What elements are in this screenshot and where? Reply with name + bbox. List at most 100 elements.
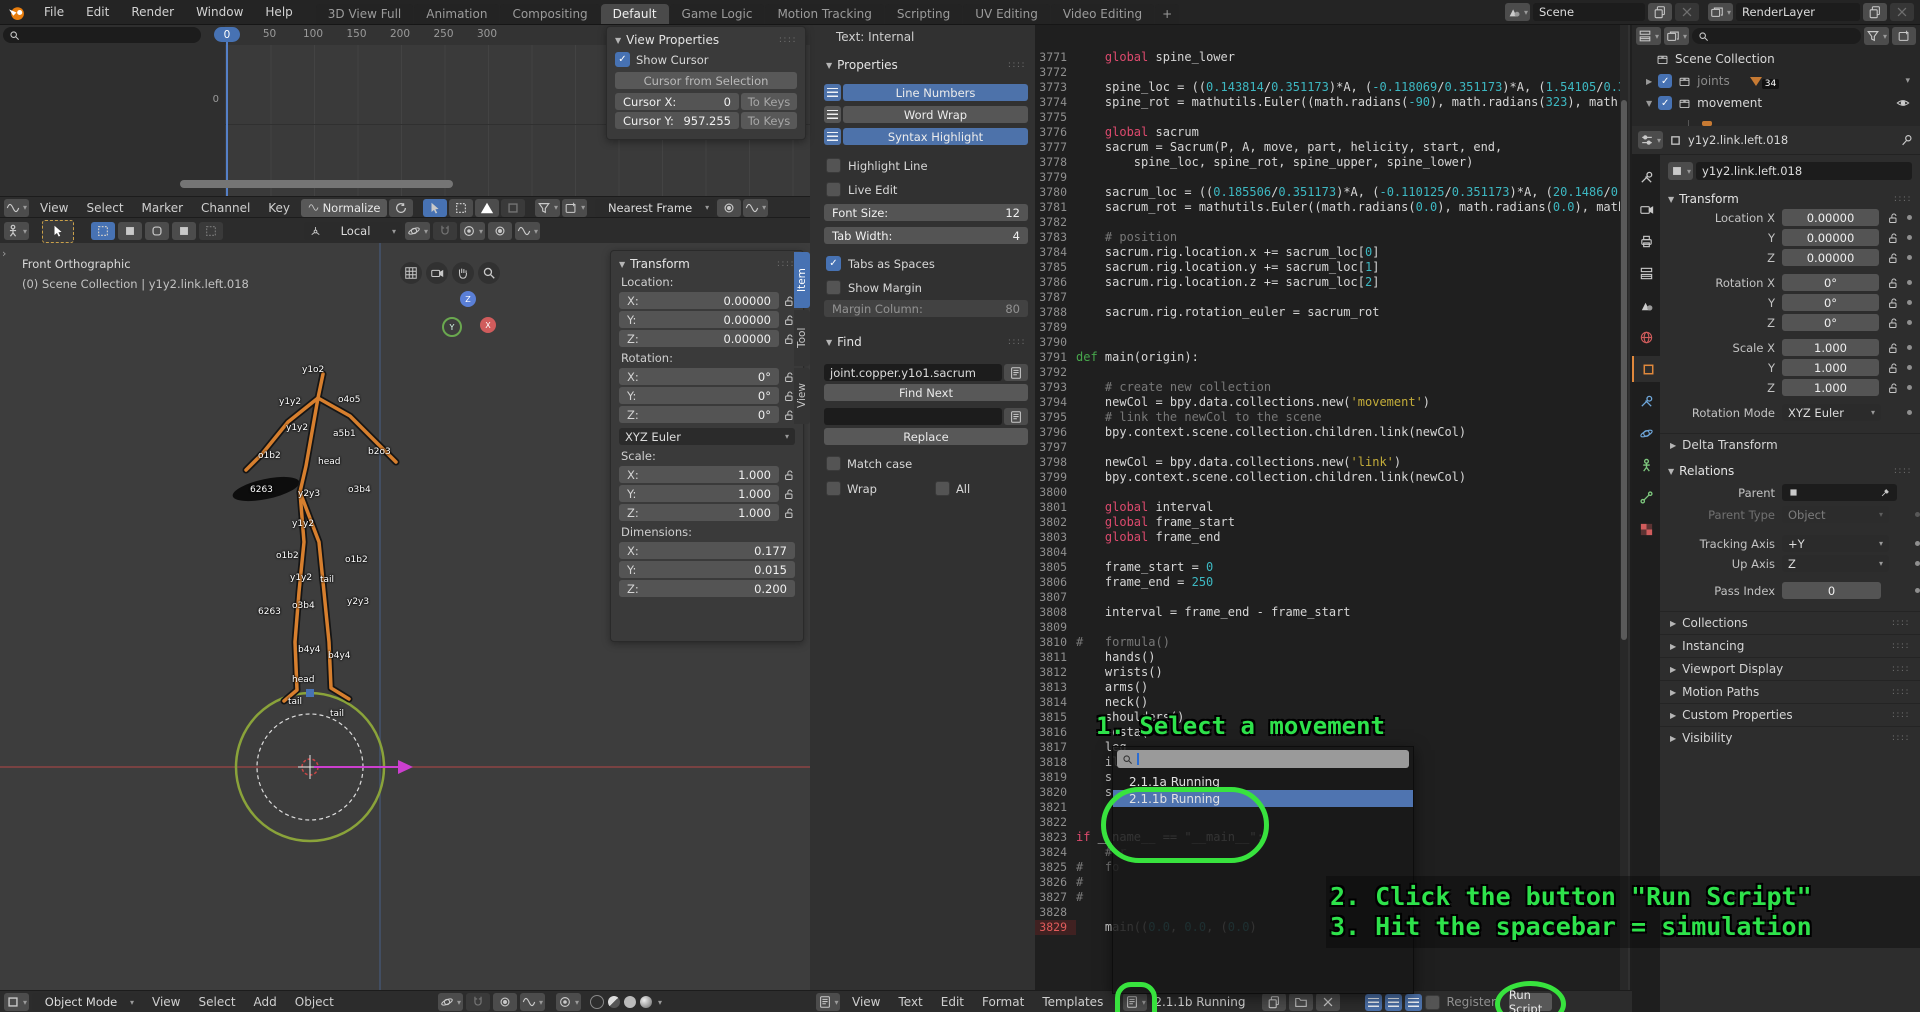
cursor-x-field[interactable]: Cursor X: 0 (615, 93, 739, 110)
transform-panel-header[interactable]: ▼Transform:::: (1668, 192, 1912, 206)
axis-value-field[interactable]: Z:0.200 (619, 580, 795, 597)
run-script-button[interactable]: Run Script (1509, 993, 1552, 1011)
properties-tab-view-layer[interactable] (1632, 260, 1660, 286)
animate-dot[interactable] (1907, 280, 1912, 285)
pan-hand-button[interactable] (452, 262, 474, 284)
panel-grip[interactable]: :::: (1892, 733, 1910, 743)
mode-dropdown[interactable]: Object Mode▾ (32, 993, 140, 1011)
animate-dot[interactable] (1907, 215, 1912, 220)
playhead-line[interactable] (226, 42, 228, 196)
workspace-tab-game-logic[interactable]: Game Logic (670, 4, 765, 24)
outliner-row[interactable]: Scene Collection (1632, 48, 1920, 70)
workspace-tab-animation[interactable]: Animation (414, 4, 499, 24)
lock-icon[interactable] (783, 469, 795, 481)
pivot-button[interactable]: ▾ (562, 199, 587, 217)
line-numbers-toggle[interactable]: Line Numbers (843, 84, 1028, 101)
viewport-3d[interactable]: y1o2y1y2o4o5y1y2a5b1o1b2headb2o36263y2y3… (0, 243, 812, 990)
overlays-button[interactable]: ▾ (556, 993, 581, 1011)
eye-icon[interactable] (1896, 96, 1910, 110)
lock-icon[interactable] (1887, 297, 1899, 309)
popup-item-2-1-1a-running[interactable]: 2.1.1a Running (1113, 773, 1413, 790)
panel-instancing[interactable]: ▶Instancing:::: (1660, 634, 1920, 657)
lock-icon[interactable] (1887, 212, 1899, 224)
syntax-highlight-toggle-icon[interactable] (1405, 994, 1422, 1011)
current-frame-badge[interactable]: 0 (214, 27, 240, 42)
transform-panel-header[interactable]: ▼Transform :::: (619, 257, 795, 271)
live-edit-checkbox[interactable] (826, 182, 841, 197)
render-layer-unlink-icon[interactable] (1890, 3, 1914, 21)
graph-menu-marker[interactable]: Marker (133, 201, 192, 215)
lock-icon[interactable] (783, 507, 795, 519)
properties-tab-object-data[interactable] (1632, 452, 1660, 478)
editor-type-button[interactable]: ▾ (816, 993, 840, 1011)
parent-type-dropdown[interactable]: Object▾ (1782, 506, 1889, 523)
box-select-button[interactable] (449, 199, 473, 217)
proportional-edit-button[interactable] (488, 222, 512, 240)
lock-icon[interactable] (1887, 277, 1899, 289)
syntax-highlight-toggle[interactable]: Syntax Highlight (843, 128, 1028, 145)
filter-funnel-button[interactable]: ▾ (535, 199, 560, 217)
new-collection-button[interactable] (1892, 27, 1916, 45)
axis-value-field[interactable]: Y:1.000 (619, 485, 779, 502)
code-scrollbar-track[interactable] (1620, 24, 1628, 990)
workspace-tab-motion-tracking[interactable]: Motion Tracking (765, 4, 883, 24)
property-value-field[interactable]: 1.000 (1782, 379, 1879, 396)
show-margin-checkbox[interactable] (826, 280, 841, 295)
viewport-menu-add[interactable]: Add (245, 995, 286, 1009)
menu-help[interactable]: Help (254, 0, 303, 24)
sidebar-tab-item[interactable]: Item (794, 252, 810, 308)
transform-icon[interactable] (501, 199, 525, 217)
property-value-field[interactable]: 1.000 (1782, 359, 1879, 376)
word-wrap-toggle[interactable]: Word Wrap (843, 106, 1028, 123)
panel-grip[interactable]: :::: (1892, 664, 1910, 674)
properties-tab-output[interactable] (1632, 228, 1660, 254)
text-datablock-name[interactable]: 2.1.1b Running (1154, 995, 1245, 1009)
falloff-button[interactable]: ▾ (520, 993, 545, 1011)
axis-value-field[interactable]: X:0.00000 (619, 292, 779, 309)
chevron-down-icon[interactable]: ▾ (1905, 76, 1910, 86)
highlight-line-checkbox[interactable] (826, 158, 841, 173)
normalize-refresh-button[interactable] (389, 199, 413, 217)
collection-checkbox[interactable] (1658, 74, 1672, 88)
sidebar-tab-tool[interactable]: Tool (794, 310, 810, 366)
transform-orientation-button[interactable]: ▾ (438, 993, 463, 1011)
open-text-icon[interactable] (1289, 993, 1313, 1011)
auto-snap-dropdown[interactable]: Nearest Frame▾ (595, 199, 715, 217)
viewport-menu-object[interactable]: Object (286, 995, 343, 1009)
snap-magnet-icon[interactable] (466, 993, 490, 1011)
rotation-mode-dropdown[interactable]: XYZ Euler▾ (1782, 404, 1881, 421)
workspace-tab-compositing[interactable]: Compositing (500, 4, 599, 24)
delta-transform-panel[interactable]: ▶ Delta Transform (1660, 433, 1920, 456)
up-axis-dropdown[interactable]: Z▾ (1782, 555, 1889, 572)
active-tool-button[interactable] (42, 220, 74, 243)
filter-funnel-button[interactable]: ▾ (1864, 27, 1889, 45)
camera-view-button[interactable] (426, 262, 448, 284)
axis-value-field[interactable]: X:1.000 (619, 466, 779, 483)
replace-input[interactable] (824, 408, 1002, 425)
axis-value-field[interactable]: Z:0° (619, 406, 779, 423)
lock-icon[interactable] (783, 488, 795, 500)
render-layer-selector[interactable]: RenderLayer (1736, 3, 1860, 21)
code-scrollbar-thumb[interactable] (1621, 100, 1627, 640)
popup-item-2-1-1b-running[interactable]: 2.1.1b Running (1113, 790, 1413, 807)
panel-grip[interactable]: :::: (1892, 687, 1910, 697)
lock-icon[interactable] (1887, 232, 1899, 244)
animate-dot[interactable] (1907, 235, 1912, 240)
tabs-as-spaces-checkbox[interactable] (826, 256, 841, 271)
match-case-checkbox[interactable] (826, 456, 841, 471)
grid-toggle-button[interactable] (400, 262, 422, 284)
falloff-button[interactable]: ▾ (515, 222, 540, 240)
gizmo-z-axis[interactable]: Z (460, 291, 476, 307)
orientation-dropdown[interactable]: Local▾ (304, 222, 402, 240)
material-shading-icon[interactable] (624, 996, 636, 1008)
viewport-menu-view[interactable]: View (143, 995, 189, 1009)
outliner-search-input[interactable] (1692, 28, 1861, 44)
render-layer-copy-icon[interactable] (1863, 3, 1887, 21)
menu-window[interactable]: Window (185, 0, 254, 24)
margin-column-field[interactable]: Margin Column: 80 (824, 300, 1028, 317)
panel-motion-paths[interactable]: ▶Motion Paths:::: (1660, 680, 1920, 703)
relations-panel-header[interactable]: ▼Relations:::: (1668, 464, 1912, 478)
workspace-tab-uv-editing[interactable]: UV Editing (963, 4, 1050, 24)
axis-value-field[interactable]: Y:0° (619, 387, 779, 404)
properties-tab-render[interactable] (1632, 196, 1660, 222)
